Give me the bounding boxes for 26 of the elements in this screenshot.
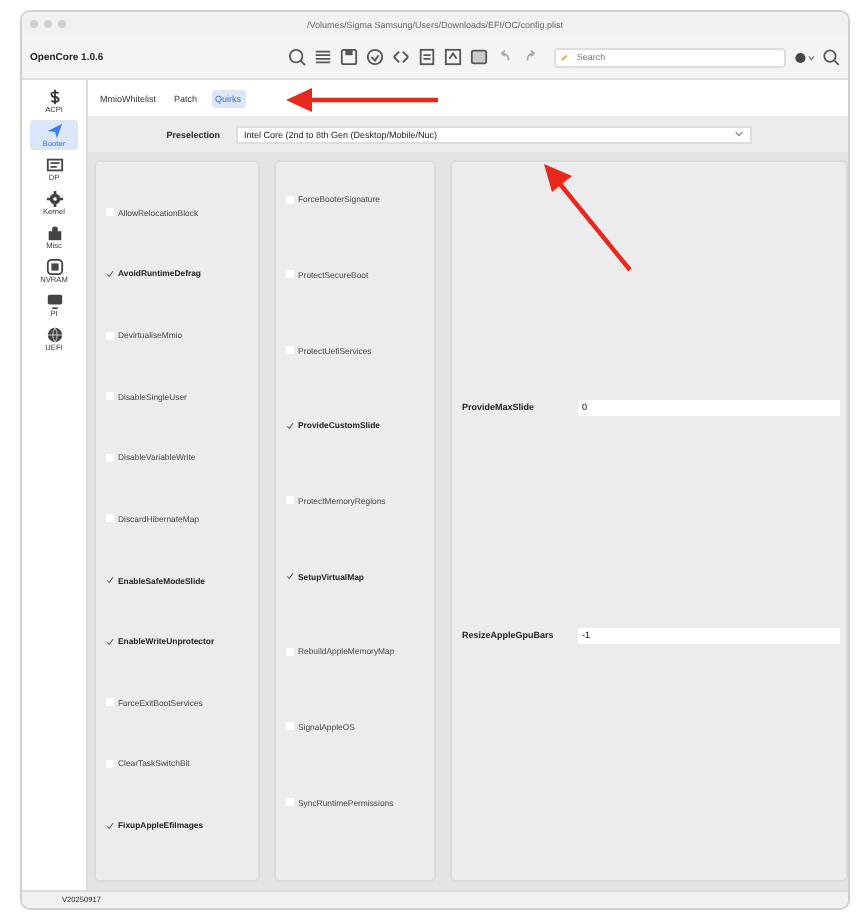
list-icon[interactable]: [314, 48, 333, 66]
caret-icon: [734, 130, 744, 138]
zoom-icon[interactable]: [288, 48, 307, 66]
paper-plane-icon: [45, 122, 63, 140]
checkbox[interactable]: [286, 572, 294, 581]
arrows-icon[interactable]: [392, 48, 411, 66]
checkbox[interactable]: [106, 821, 114, 830]
search-icon[interactable]: [822, 48, 840, 66]
pencil-icon: [560, 52, 571, 62]
document-icon[interactable]: [418, 48, 437, 66]
circle-icon[interactable]: [366, 48, 385, 66]
chip-icon: [45, 258, 63, 276]
checkbox[interactable]: [286, 421, 294, 430]
puzzle-icon: [45, 224, 63, 242]
checkbox[interactable]: [106, 637, 114, 646]
redo-icon[interactable]: [522, 48, 541, 66]
globe-icon: [45, 326, 63, 344]
drive-icon[interactable]: [470, 48, 489, 66]
arrow-annotation: [540, 160, 636, 276]
checkbox[interactable]: [106, 576, 114, 585]
document-icon[interactable]: [444, 48, 463, 66]
card-icon: [45, 156, 63, 174]
monitor-icon: [45, 292, 63, 310]
dollar-icon: [45, 88, 63, 106]
checkbox[interactable]: [106, 269, 114, 278]
undo-icon[interactable]: [496, 48, 515, 66]
